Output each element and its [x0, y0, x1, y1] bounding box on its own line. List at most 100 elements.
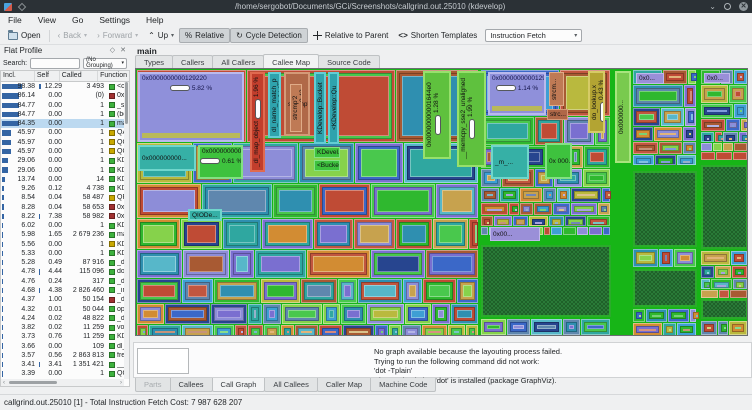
table-row[interactable]: 5.981.652 679 236malloc: [1, 230, 124, 239]
callee-map[interactable]: 0x00000000001292205.82 %_dl_map_object1.…: [135, 68, 748, 336]
table-row[interactable]: 8.280.0458 6530x0000000: [1, 202, 124, 211]
search-input[interactable]: [30, 58, 80, 69]
treemap-tile[interactable]: [563, 227, 576, 235]
dock-close-icon[interactable]: ✕: [120, 47, 126, 55]
table-row[interactable]: 5.330.001KDevSplash: [1, 249, 124, 258]
treemap-tile[interactable]: [726, 119, 740, 131]
treemap-tile[interactable]: [589, 227, 602, 235]
open-button[interactable]: Open: [3, 29, 46, 42]
table-row[interactable]: 29.060.001KDevelop::: [1, 156, 124, 165]
treemap-tile[interactable]: [375, 325, 388, 336]
treemap-tile[interactable]: [214, 325, 234, 336]
table-row[interactable]: 9.260.124 738KDevelop::: [1, 184, 124, 193]
treemap-tile[interactable]: [565, 216, 586, 226]
treemap-tile[interactable]: [677, 155, 696, 165]
treemap-tile[interactable]: [741, 119, 747, 131]
forward-button[interactable]: › Forward▾: [92, 29, 143, 42]
treemap-tile[interactable]: [683, 142, 696, 154]
table-row[interactable]: 84.350.001main: [1, 119, 124, 128]
treemap-tile[interactable]: [165, 304, 210, 324]
treemap-tile[interactable]: [571, 188, 601, 202]
treemap-block[interactable]: KDevel...: [314, 147, 340, 158]
treemap-tile[interactable]: [405, 304, 431, 324]
table-row[interactable]: 45.970.001QApplicatio: [1, 128, 124, 137]
treemap-block[interactable]: dl_name_match_p1.04 %: [268, 72, 281, 138]
treemap-tile[interactable]: [551, 227, 562, 235]
column-header-function[interactable]: Function: [98, 71, 129, 81]
bottom-tab-machine-code[interactable]: Machine Code: [370, 378, 436, 392]
treemap-tile[interactable]: [389, 325, 401, 336]
table-row[interactable]: 3.570.562 863 813free: [1, 351, 124, 360]
treemap-tile[interactable]: [500, 188, 519, 202]
treemap-tile[interactable]: [319, 184, 370, 218]
treemap-tile[interactable]: [633, 85, 683, 107]
treemap-tile[interactable]: [701, 85, 728, 103]
treemap-tile[interactable]: [587, 216, 610, 226]
treemap-tile[interactable]: [301, 279, 337, 303]
bottom-tab-all-callees[interactable]: All Callees: [264, 378, 317, 392]
column-header-self[interactable]: Self: [35, 71, 60, 81]
grouping-combobox[interactable]: (No Grouping) ▾: [83, 58, 127, 69]
treemap-tile[interactable]: [633, 249, 658, 267]
treemap-block[interactable]: strc...: [547, 109, 568, 120]
table-row[interactable]: 4.240.0248 822_dl_catch_: [1, 314, 124, 323]
bottom-tab-parts[interactable]: Parts: [135, 378, 171, 392]
tab-source-code[interactable]: Source Code: [318, 55, 380, 68]
treemap-tile[interactable]: [183, 250, 229, 278]
treemap-tile[interactable]: [432, 304, 450, 324]
treemap-tile[interactable]: [507, 319, 530, 335]
treemap-tile[interactable]: [663, 70, 687, 84]
treemap-tile[interactable]: [581, 319, 610, 335]
treemap-tile[interactable]: [319, 325, 342, 336]
table-row[interactable]: 4.784.44115 096do_lookup: [1, 267, 124, 276]
treemap-tile[interactable]: [659, 249, 673, 267]
treemap-tile[interactable]: [451, 304, 478, 324]
treemap-block[interactable]: _m_...: [491, 145, 529, 179]
treemap-tile[interactable]: [730, 290, 747, 298]
treemap-block[interactable]: 0x00000000002d1b100.61 %: [198, 145, 243, 179]
treemap-tile[interactable]: [354, 219, 395, 249]
treemap-tile[interactable]: [577, 227, 588, 235]
treemap-tile[interactable]: [711, 279, 732, 289]
relative-to-parent-toggle[interactable]: Relative to Parent: [308, 29, 394, 42]
treemap-tile[interactable]: [633, 127, 653, 141]
treemap-tile[interactable]: [701, 321, 717, 335]
treemap-tile[interactable]: [481, 117, 534, 145]
treemap-tile[interactable]: [663, 323, 676, 336]
treemap-tile[interactable]: [734, 143, 747, 151]
table-row[interactable]: 5.560.001KDevelop::: [1, 240, 124, 249]
treemap-tile[interactable]: [255, 250, 306, 278]
treemap-tile[interactable]: [731, 251, 747, 265]
treemap-tile[interactable]: [281, 325, 294, 336]
menu-file[interactable]: File: [0, 13, 30, 27]
treemap-tile[interactable]: [214, 279, 260, 303]
treemap-tile[interactable]: [543, 188, 556, 202]
treemap-tile[interactable]: [661, 108, 684, 126]
treemap-tile[interactable]: [668, 309, 689, 322]
treemap-tile[interactable]: [557, 188, 570, 202]
treemap-tile[interactable]: [520, 188, 542, 202]
treemap-tile[interactable]: [659, 142, 682, 154]
treemap-tile[interactable]: [223, 219, 261, 249]
horizontal-scrollbar[interactable]: ‹ ›: [1, 379, 124, 386]
treemap-tile[interactable]: [469, 219, 478, 249]
column-header-incl[interactable]: Incl.: [1, 71, 35, 81]
scroll-right-icon[interactable]: ›: [118, 380, 124, 386]
shorten-templates-toggle[interactable]: <> Shorten Templates: [393, 29, 482, 42]
treemap-tile[interactable]: [448, 325, 465, 336]
table-row[interactable]: 5.280.4987 916_dl_lookup: [1, 258, 124, 267]
table-row[interactable]: 8.540.0458 487QRegExp::: [1, 193, 124, 202]
treemap-tile[interactable]: [603, 227, 610, 235]
treemap-block[interactable]: 0x00000000001292205.82 %: [138, 72, 244, 142]
treemap-tile[interactable]: [701, 266, 714, 278]
treemap-tile[interactable]: [509, 203, 519, 215]
treemap-tile[interactable]: [584, 146, 610, 168]
treemap-tile[interactable]: [230, 250, 254, 278]
tab-types[interactable]: Types: [135, 55, 173, 68]
menu-help[interactable]: Help: [138, 13, 171, 27]
treemap-tile[interactable]: [729, 85, 747, 103]
treemap-tile[interactable]: [355, 143, 403, 183]
treemap-tile[interactable]: [341, 304, 366, 324]
treemap-tile[interactable]: [715, 132, 722, 142]
table-row[interactable]: 3.413.411 351 421__memcpy: [1, 360, 124, 369]
